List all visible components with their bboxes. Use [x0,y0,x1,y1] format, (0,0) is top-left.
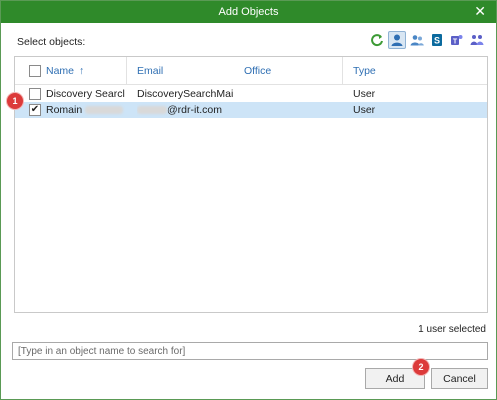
title-bar: Add Objects ✕ [1,1,496,23]
checkmark-icon: ✔ [30,104,40,115]
type-cell: User [353,88,376,100]
svg-text:S: S [434,36,440,46]
column-type[interactable]: Type [342,57,442,84]
object-type-toolbar: S T [368,31,486,51]
step-marker-2: 2 [413,359,429,375]
office-cell [244,86,334,102]
window-title: Add Objects [218,6,279,18]
select-objects-label: Select objects: [17,36,86,48]
select-all-checkbox[interactable] [29,64,41,77]
objects-table: Name ↑ Email Office Type Discovery Searc… [14,56,488,313]
row-checkbox[interactable] [29,88,41,100]
column-type-label: Type [353,64,376,77]
redacted-email-user [137,106,167,114]
column-name[interactable]: Name ↑ [46,57,126,84]
team-users-icon[interactable] [468,31,486,49]
row-checkbox-checked[interactable]: ✔ [29,104,41,116]
column-email[interactable]: Email [126,57,234,84]
column-office-label: Office [244,64,272,77]
cancel-button[interactable]: Cancel [431,368,488,389]
selection-status: 1 user selected [418,324,486,335]
email-cell: @rdr-it.com [137,102,239,118]
svg-text:T: T [453,39,458,46]
redacted-surname [85,106,124,114]
group-icon[interactable] [408,31,426,49]
sharepoint-icon[interactable]: S [428,31,446,49]
table-row[interactable]: Discovery Searcl DiscoverySearchMai User [15,86,487,102]
select-all-cell [29,57,41,84]
name-cell: Discovery Searcl [46,88,125,100]
search-input[interactable] [18,345,487,357]
teams-icon[interactable]: T [448,31,466,49]
user-icon[interactable] [388,31,406,49]
office-cell [244,102,334,118]
refresh-icon[interactable] [368,31,386,49]
search-box [12,342,488,360]
close-icon[interactable]: ✕ [474,4,486,18]
table-header: Name ↑ Email Office Type [15,57,487,85]
table-row[interactable]: ✔ Romain @rdr-it.com User [15,102,487,118]
column-office[interactable]: Office [244,57,352,84]
row-checkbox-cell: ✔ [29,102,41,118]
name-cell: Romain [46,102,134,118]
add-objects-dialog: Add Objects ✕ Select objects: S T Name ↑… [0,0,497,400]
email-domain-text: @rdr-it.com [167,104,222,116]
type-cell: User [353,104,376,116]
row-checkbox-cell [29,86,41,102]
email-cell: DiscoverySearchMai [137,88,234,100]
step-marker-1: 1 [7,93,23,109]
column-name-label: Name [46,64,75,77]
column-email-label: Email [137,64,164,77]
name-text: Romain [46,104,83,116]
sort-ascending-icon: ↑ [79,64,85,77]
